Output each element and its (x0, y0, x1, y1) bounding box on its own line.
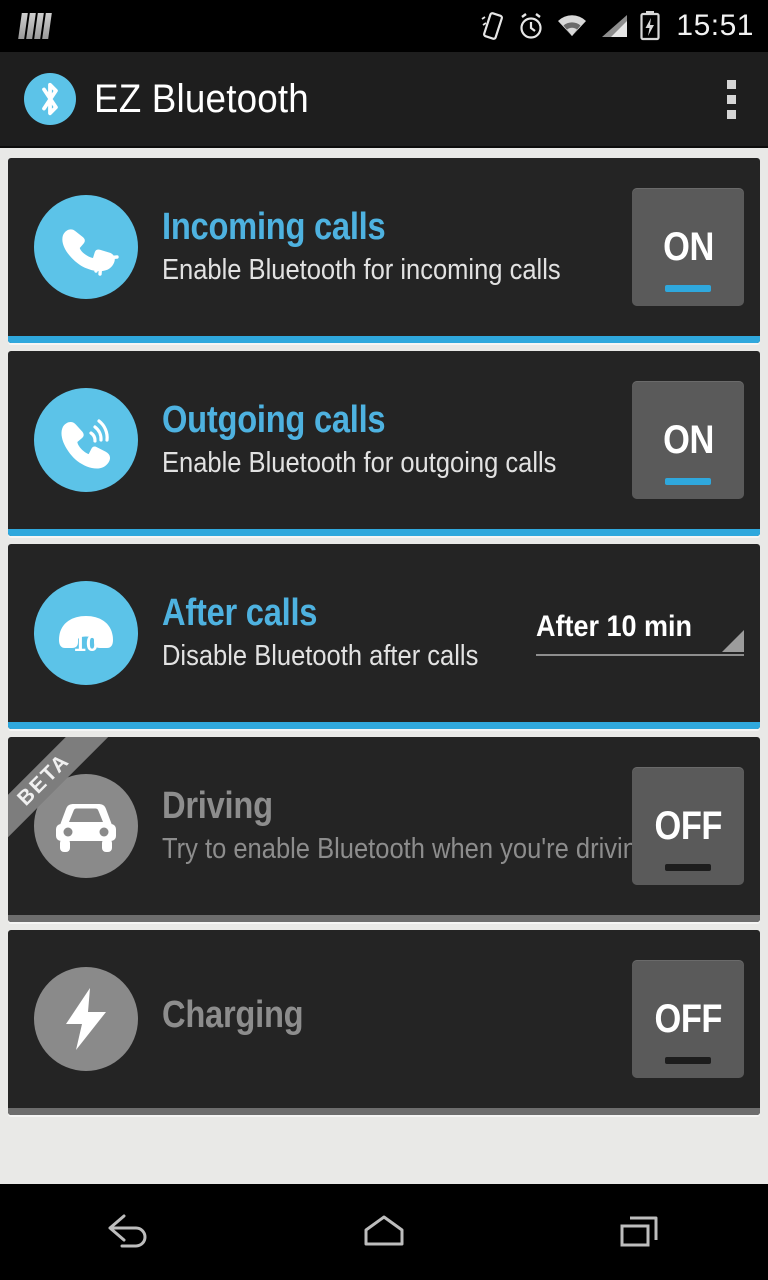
spinner-selected-value: After 10 min (536, 610, 693, 643)
card-text-block: After calls Disable Bluetooth after call… (162, 591, 536, 673)
toggle-state-indicator (665, 285, 711, 292)
card-driving[interactable]: BETA Driving Try to enable Bluetooth whe… (8, 737, 760, 922)
battery-charging-icon (640, 11, 661, 41)
vibrate-icon (480, 10, 506, 42)
bluetooth-icon (24, 73, 76, 125)
card-subtitle: Disable Bluetooth after calls (162, 639, 479, 672)
navigation-bar (0, 1184, 768, 1280)
home-icon[interactable] (304, 1184, 464, 1280)
page-title: EZ Bluetooth (94, 76, 309, 121)
lightning-bolt-icon (34, 967, 138, 1071)
card-title: Driving (162, 784, 273, 827)
recents-icon[interactable] (560, 1184, 720, 1280)
car-icon (34, 774, 138, 878)
status-bar-clock: 15:51 (676, 9, 754, 42)
card-title: After calls (162, 591, 318, 634)
toggle-label: OFF (654, 996, 722, 1041)
cellular-signal-icon (599, 13, 629, 39)
phone-outgoing-icon (34, 388, 138, 492)
card-subtitle: Enable Bluetooth for incoming calls (162, 253, 561, 286)
toggle-state-indicator (665, 478, 711, 485)
card-after-calls[interactable]: 10 After calls Disable Bluetooth after c… (8, 544, 760, 729)
card-charging[interactable]: Charging OFF (8, 930, 760, 1115)
card-title: Outgoing calls (162, 398, 386, 441)
icon-badge-count: 10 (74, 631, 98, 656)
alarm-clock-icon (517, 11, 545, 41)
card-accent-bar (8, 722, 760, 729)
card-text-block: Outgoing calls Enable Bluetooth for outg… (162, 398, 632, 480)
status-bar: 15:51 (0, 0, 768, 52)
card-accent-bar (8, 915, 760, 922)
phone-hangup-timer-icon: 10 (34, 581, 138, 685)
overflow-menu-icon[interactable] (717, 74, 746, 125)
card-title: Incoming calls (162, 205, 386, 248)
toggle-outgoing-calls[interactable]: ON (632, 381, 744, 499)
wifi-icon (556, 13, 588, 39)
settings-list[interactable]: Incoming calls Enable Bluetooth for inco… (0, 148, 768, 1184)
spinner-after-calls-delay[interactable]: After 10 min (536, 610, 744, 656)
status-bar-right: 15:51 (480, 9, 754, 43)
card-title: Charging (162, 993, 304, 1036)
card-subtitle: Try to enable Bluetooth when you're driv… (162, 832, 652, 865)
card-text-block: Incoming calls Enable Bluetooth for inco… (162, 205, 632, 287)
toggle-label: ON (662, 417, 714, 462)
card-accent-bar (8, 529, 760, 536)
toggle-state-indicator (665, 1057, 711, 1064)
toggle-label: ON (662, 224, 714, 269)
card-incoming-calls[interactable]: Incoming calls Enable Bluetooth for inco… (8, 158, 760, 343)
phone-incoming-icon (34, 195, 138, 299)
spinner-dropdown-arrow-icon (722, 630, 744, 652)
status-bar-left (18, 13, 52, 39)
card-subtitle: Enable Bluetooth for outgoing calls (162, 446, 557, 479)
toggle-driving[interactable]: OFF (632, 767, 744, 885)
card-accent-bar (8, 336, 760, 343)
toggle-incoming-calls[interactable]: ON (632, 188, 744, 306)
toggle-charging[interactable]: OFF (632, 960, 744, 1078)
card-outgoing-calls[interactable]: Outgoing calls Enable Bluetooth for outg… (8, 351, 760, 536)
app-root: 15:51 EZ Bluetooth Incoming calls Enable… (0, 0, 768, 1280)
toggle-label: OFF (654, 803, 722, 848)
notification-bars-icon (18, 13, 52, 39)
back-icon[interactable] (48, 1184, 208, 1280)
toggle-state-indicator (665, 864, 711, 871)
card-text-block: Driving Try to enable Bluetooth when you… (162, 784, 652, 866)
card-accent-bar (8, 1108, 760, 1115)
card-text-block: Charging (162, 993, 632, 1043)
action-bar: EZ Bluetooth (0, 52, 768, 148)
